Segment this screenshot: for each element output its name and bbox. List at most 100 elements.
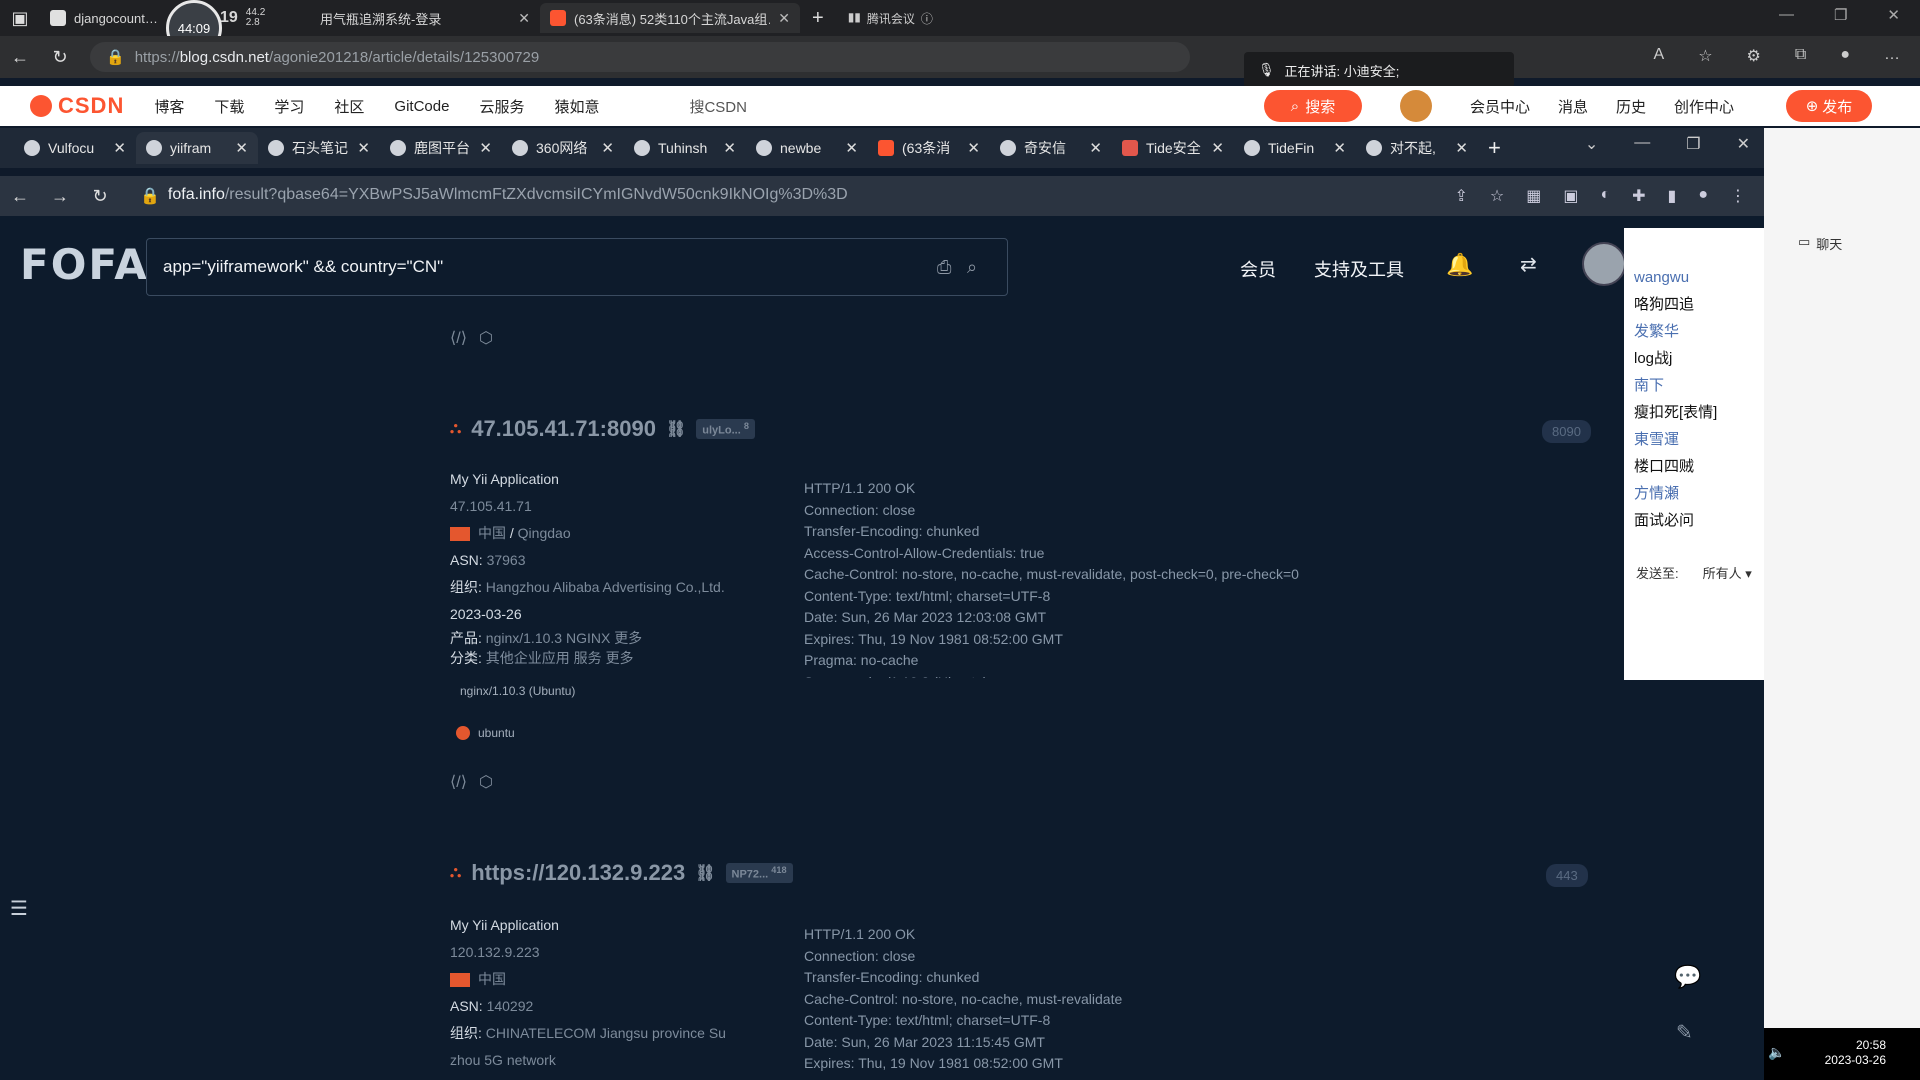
minimize-icon[interactable]: — [1779,6,1794,24]
inner-tab-9[interactable]: 奇安信 ✕ [990,132,1112,164]
org[interactable]: CHINATELECOM Jiangsu province Su [486,1025,726,1041]
more-link[interactable]: 更多 [606,650,634,666]
inner-tab-1[interactable]: Vulfocu ✕ [14,132,136,164]
close-icon[interactable]: ✕ [1089,139,1102,157]
close-icon[interactable]: ✕ [1333,139,1346,157]
back-icon[interactable]: ← [0,41,40,73]
more-vert-icon[interactable]: ⋮ [1730,186,1746,206]
org[interactable]: Hangzhou Alibaba Advertising Co.,Ltd. [486,579,725,595]
bell-icon[interactable]: 🔔 [1446,252,1473,278]
side-panel-icon[interactable]: ▮ [1668,186,1677,206]
country[interactable]: 中国 [478,971,506,987]
close-icon[interactable]: ✕ [967,139,980,157]
result-host-link[interactable]: https://120.132.9.223 [471,860,685,886]
inner-tab-5[interactable]: 360网络 ✕ [502,132,624,164]
volume-icon[interactable]: 🔈 [1768,1044,1785,1061]
reload-icon[interactable]: ↻ [40,41,80,73]
csdn-messages[interactable]: 消息 [1558,96,1588,117]
taskbar-clock[interactable]: 20:58 2023-03-26 [1764,1028,1920,1080]
csdn-member-center[interactable]: 会员中心 [1470,96,1530,117]
csdn-nav-blog[interactable]: 博客 [154,96,184,117]
back-icon[interactable]: ← [0,180,40,212]
csdn-nav-cloud[interactable]: 云服务 [479,96,524,117]
asn[interactable]: 37963 [487,552,526,568]
port-badge[interactable]: 8090 [1542,420,1591,443]
ip[interactable]: 120.132.9.223 [450,939,726,966]
inner-tab-8[interactable]: (63条消 ✕ [868,132,990,164]
chevron-down-icon[interactable]: ⌄ [1585,134,1598,154]
close-icon[interactable]: ✕ [601,139,614,157]
profile-icon[interactable]: ● [1840,46,1850,66]
csdn-nav-community[interactable]: 社区 [334,96,364,117]
publish-button[interactable]: ⊕ 发布 [1786,90,1872,122]
inner-tab-3[interactable]: 石头笔记 ✕ [258,132,380,164]
inner-tab-4[interactable]: 鹿图平台 ✕ [380,132,502,164]
outer-tab-extra[interactable]: 19 44.2 2.8 [210,3,310,33]
nav-tools[interactable]: 支持及工具 [1314,256,1404,282]
extensions-icon[interactable]: ⚙ [1747,46,1761,66]
csdn-search-button[interactable]: ⌕ 搜索 [1264,90,1362,122]
print-icon[interactable]: ⎙ [937,257,951,278]
more-icon[interactable]: … [1884,46,1900,66]
code-icon[interactable]: ⟨/⟩ [450,772,467,792]
close-window-icon[interactable]: ✕ [1737,134,1750,154]
inner-url-field[interactable]: 🔒 fofa.info/result?qbase64=YXBwPSJ5aWlmc… [140,186,848,206]
inner-tab-2[interactable]: yiifram ✕ [136,132,258,164]
extension-icon[interactable]: ▦ [1526,186,1541,206]
extension-icon[interactable]: ▣ [1563,186,1578,206]
share-icon[interactable]: ⇪ [1454,186,1467,206]
translate-icon[interactable]: ⇄ [1520,252,1537,277]
code-icon[interactable]: ⟨/⟩ [450,328,467,348]
nav-membership[interactable]: 会员 [1240,256,1276,282]
csdn-creation-center[interactable]: 创作中心 [1674,96,1734,117]
favorite-icon[interactable]: ☆ [1698,46,1712,66]
close-icon[interactable]: ✕ [845,139,858,157]
csdn-nav-download[interactable]: 下载 [214,96,244,117]
cube-icon[interactable]: ⬡ [479,772,493,792]
server-tag[interactable]: nginx/1.10.3 (Ubuntu) [460,684,575,698]
collections-icon[interactable]: ⧉ [1795,46,1806,66]
outer-url-field[interactable]: 🔒 https://blog.csdn.net/agonie201218/art… [90,42,1190,72]
search-icon[interactable]: ⌕ [967,257,977,278]
profile-icon[interactable]: ● [1698,186,1708,206]
bookmark-star-icon[interactable]: ☆ [1490,186,1504,206]
outer-tab-3[interactable]: (63条消息) 52类110个主流Java组… ✕ [540,3,800,33]
list-icon[interactable]: ☰ [10,896,28,921]
tab-actions-icon[interactable]: ▣ [0,2,40,34]
asn[interactable]: 140292 [487,998,534,1014]
forward-icon[interactable]: → [40,180,80,212]
ip[interactable]: 47.105.41.71 [450,493,725,520]
new-tab-icon[interactable]: + [1488,135,1501,161]
extension-icon[interactable]: ◐ [1600,186,1610,206]
restore-icon[interactable]: ❐ [1686,134,1700,154]
close-icon[interactable]: ✕ [357,139,370,157]
reload-icon[interactable]: ↻ [80,180,120,212]
org-continued[interactable]: zhou 5G network [450,1047,726,1074]
cube-icon[interactable]: ⬡ [479,328,493,348]
link-icon[interactable]: ⛓ [695,863,715,883]
close-icon[interactable]: ✕ [113,139,126,157]
avatar[interactable] [1400,90,1432,122]
minimize-icon[interactable]: — [1634,134,1650,154]
close-icon[interactable]: ✕ [723,139,736,157]
csdn-logo[interactable]: CSDN [30,93,124,119]
send-to-dropdown[interactable]: 所有人 ▾ [1703,560,1752,587]
csdn-search-placeholder[interactable]: 搜CSDN [689,96,747,117]
category[interactable]: 其他企业应用 服务 [486,650,602,666]
product[interactable]: nginx/1.10.3 NGINX [486,630,611,646]
close-icon[interactable]: ✕ [235,139,248,157]
inner-tab-12[interactable]: 对不起, ✕ [1356,132,1478,164]
fofa-logo[interactable]: FOFA [20,240,149,289]
fofa-search-input[interactable]: app="yiiframework" && country="CN" ⎙ ⌕ [146,238,1008,296]
csdn-nav-learn[interactable]: 学习 [274,96,304,117]
close-icon[interactable]: ✕ [518,10,530,27]
result-host-link[interactable]: 47.105.41.71:8090 [471,416,656,442]
inner-tab-11[interactable]: TideFin ✕ [1234,132,1356,164]
result-host-2[interactable]: ⛬ https://120.132.9.223 ⛓ NP72... 418 [450,860,793,886]
new-tab-icon[interactable]: + [812,7,824,30]
inner-tab-6[interactable]: Tuhinsh ✕ [624,132,746,164]
chat-bubble-icon[interactable]: 💬 [1674,964,1701,990]
inner-tab-10[interactable]: Tide安全 ✕ [1112,132,1234,164]
csdn-history[interactable]: 历史 [1616,96,1646,117]
link-icon[interactable]: ⛓ [666,419,686,439]
